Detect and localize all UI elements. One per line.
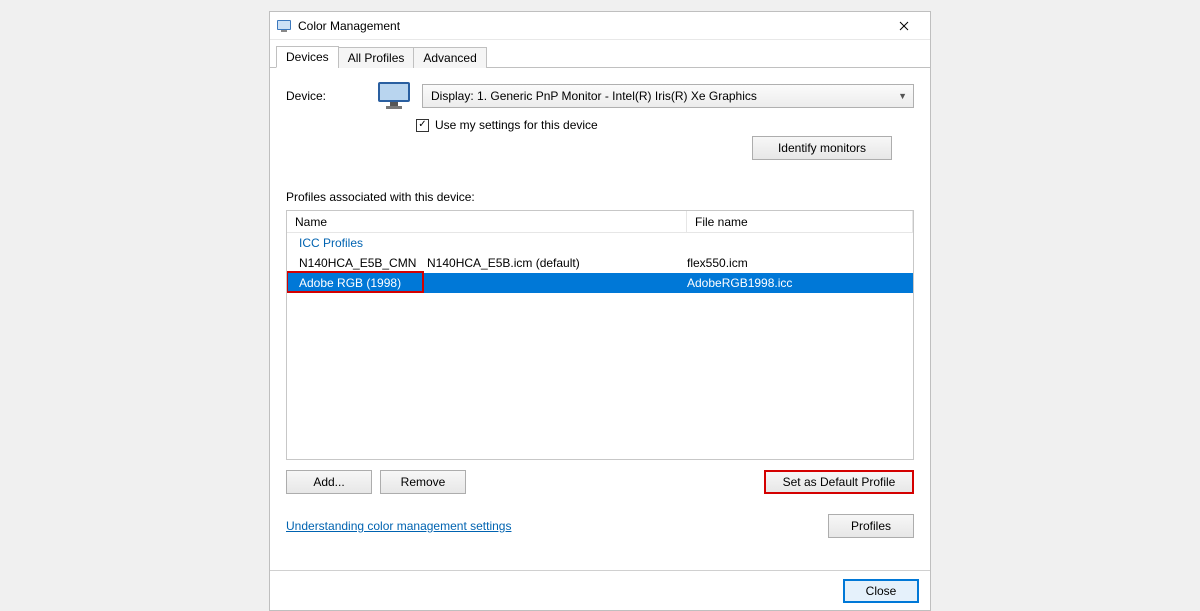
- chevron-down-icon: ▼: [898, 91, 907, 101]
- profile-source: N140HCA_E5B.icm (default): [427, 256, 687, 270]
- list-header: Name File name: [287, 211, 913, 233]
- profiles-listbox[interactable]: Name File name ICC Profiles N140HCA_E5B_…: [286, 210, 914, 460]
- tabstrip: Devices All Profiles Advanced: [270, 40, 930, 68]
- profile-file: flex550.icm: [687, 256, 913, 270]
- understanding-link[interactable]: Understanding color management settings: [286, 519, 511, 533]
- close-button[interactable]: Close: [844, 580, 918, 602]
- group-icc-profiles: ICC Profiles: [287, 233, 913, 253]
- device-label: Device:: [286, 89, 366, 103]
- monitor-icon: [376, 80, 412, 112]
- set-default-profile-button[interactable]: Set as Default Profile: [764, 470, 914, 494]
- tab-content-devices: Device: Display: 1. Generic PnP Monitor …: [270, 68, 930, 570]
- titlebar: Color Management: [270, 12, 930, 40]
- identify-monitors-button[interactable]: Identify monitors: [752, 136, 892, 160]
- tab-advanced[interactable]: Advanced: [413, 47, 486, 68]
- device-dropdown[interactable]: Display: 1. Generic PnP Monitor - Intel(…: [422, 84, 914, 108]
- window-title: Color Management: [298, 19, 884, 33]
- profile-row-selected[interactable]: Adobe RGB (1998) AdobeRGB1998.icc: [287, 273, 913, 293]
- app-icon: [276, 18, 292, 34]
- tab-devices[interactable]: Devices: [276, 46, 339, 68]
- color-management-window: Color Management Devices All Profiles Ad…: [269, 11, 931, 611]
- profiles-button[interactable]: Profiles: [828, 514, 914, 538]
- column-header-file[interactable]: File name: [687, 211, 913, 232]
- profiles-section-label: Profiles associated with this device:: [286, 190, 914, 204]
- profile-row[interactable]: N140HCA_E5B_CMN N140HCA_E5B.icm (default…: [287, 253, 913, 273]
- profile-name: N140HCA_E5B_CMN: [287, 256, 427, 270]
- device-dropdown-value: Display: 1. Generic PnP Monitor - Intel(…: [431, 89, 757, 103]
- add-button[interactable]: Add...: [286, 470, 372, 494]
- close-icon: [899, 21, 909, 31]
- use-my-settings-checkbox[interactable]: ✓: [416, 119, 429, 132]
- remove-button[interactable]: Remove: [380, 470, 466, 494]
- tab-all-profiles[interactable]: All Profiles: [338, 47, 415, 68]
- column-header-name[interactable]: Name: [287, 211, 687, 232]
- dialog-footer: Close: [270, 570, 930, 610]
- profile-name: Adobe RGB (1998): [287, 276, 427, 290]
- profile-file: AdobeRGB1998.icc: [687, 276, 913, 290]
- use-my-settings-label: Use my settings for this device: [435, 118, 598, 132]
- window-close-button[interactable]: [884, 13, 924, 39]
